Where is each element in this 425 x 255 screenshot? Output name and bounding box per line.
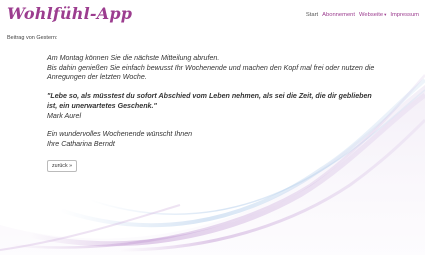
intro-line-1: Am Montag können Sie die nächste Mitteil… (47, 54, 220, 62)
header: Wohlfühl-App Start Abonnement Webseite▾ … (0, 0, 425, 30)
intro-line-2: Bis dahin genießen Sie einfach bewusst I… (47, 63, 375, 82)
nav-impressum[interactable]: Impressum (390, 12, 419, 18)
previous-post-label: Beitrag von Gestern: (7, 35, 58, 41)
nav-abonnement[interactable]: Abonnement (322, 12, 355, 18)
post-content: Am Montag können Sie die nächste Mitteil… (47, 54, 377, 150)
caret-down-icon: ▾ (384, 12, 387, 17)
quote-author: Mark Aurel (47, 111, 82, 120)
nav-start[interactable]: Start (306, 12, 318, 18)
closing-line-2: Ihre Catharina Berndt (47, 139, 115, 148)
closing-line-1: Ein wundervolles Wochenende wünscht Ihne… (47, 130, 193, 139)
main-nav: Start Abonnement Webseite▾ Impressum (306, 12, 419, 18)
nav-webseite-label: Webseite (359, 12, 384, 18)
quote-text: "Lebe so, als müsstest du sofort Abschie… (47, 92, 372, 110)
nav-webseite[interactable]: Webseite▾ (359, 12, 386, 18)
back-button[interactable]: zurück » (47, 160, 78, 172)
app-title[interactable]: Wohlfühl-App (7, 4, 132, 23)
